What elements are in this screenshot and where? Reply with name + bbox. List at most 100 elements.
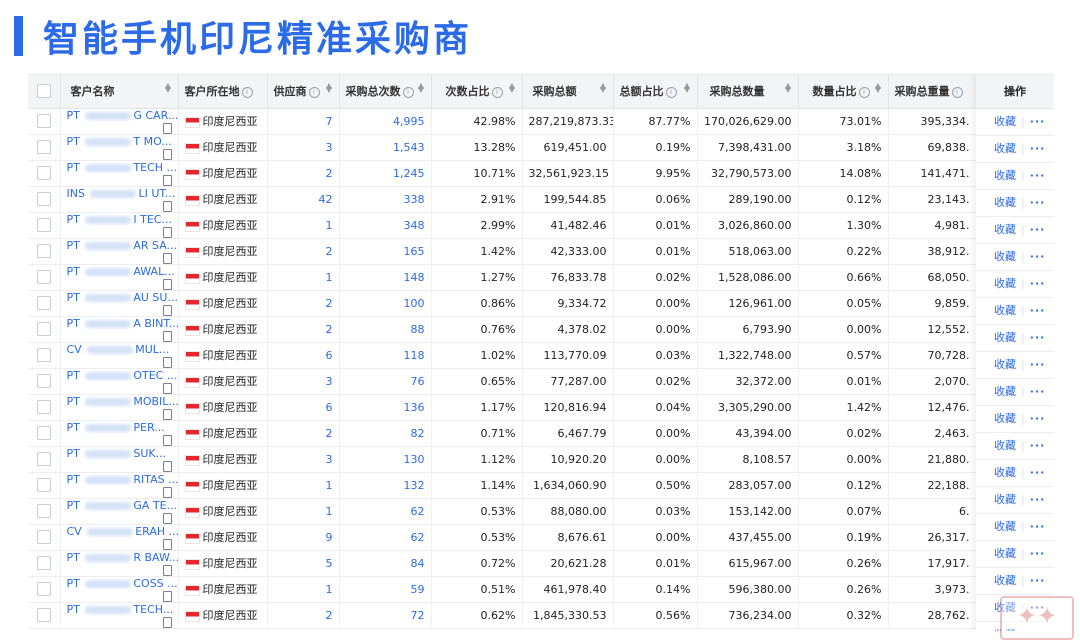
customer-name-cell[interactable]: PT GA TE... (60, 498, 179, 525)
purchase-count-cell[interactable]: 130 (339, 446, 432, 473)
row-checkbox-cell[interactable] (28, 186, 61, 213)
table-row[interactable]: CV ERAH ... 印度尼西亚 9 62 0.53% 8,676.61 0.00% 437… (28, 524, 1054, 551)
more-options-icon[interactable]: ··· (1030, 466, 1046, 479)
customer-name-cell[interactable]: PT AU SU... (60, 290, 179, 317)
sort-icon[interactable]: ▲ ▼ (165, 82, 172, 94)
customer-name-cell[interactable]: PT R BAW... (60, 550, 179, 577)
customer-name-cell[interactable]: PT G CAR... (60, 108, 179, 135)
more-options-icon[interactable]: ··· (1030, 115, 1046, 128)
customer-name-link[interactable]: PT PER... (67, 421, 165, 434)
row-checkbox-cell[interactable] (28, 576, 61, 603)
row-checkbox[interactable] (36, 582, 51, 596)
copy-icon[interactable] (162, 148, 172, 159)
customer-name-cell[interactable]: CV ERAH ... (60, 524, 179, 551)
customer-name-cell[interactable]: PT AWAL... (60, 264, 179, 291)
col-customer-name[interactable]: 客户名称 ▲ ▼ (60, 75, 179, 109)
copy-icon[interactable] (162, 304, 172, 315)
suppliers-cell[interactable]: 42 (267, 186, 340, 213)
purchase-count-cell[interactable]: 1,245 (339, 160, 432, 187)
customer-name-link[interactable]: INS LI UT... (67, 187, 176, 200)
info-icon[interactable]: i (491, 86, 503, 98)
copy-icon[interactable] (162, 616, 172, 627)
copy-icon[interactable] (162, 330, 172, 341)
row-checkbox-cell[interactable] (28, 264, 61, 291)
more-options-icon[interactable]: ··· (1030, 169, 1046, 182)
more-options-icon[interactable]: ··· (1030, 358, 1046, 371)
row-checkbox-cell[interactable] (28, 108, 61, 135)
suppliers-cell[interactable]: 2 (267, 602, 340, 629)
more-options-icon[interactable]: ··· (1030, 223, 1046, 236)
sort-icon[interactable]: ▲ ▼ (509, 82, 516, 94)
row-checkbox-cell[interactable] (28, 316, 61, 343)
row-checkbox[interactable] (36, 244, 51, 258)
table-row[interactable]: PT SUK... 印度尼西亚 3 130 1.12% 10,920.20 0.00% 8,1… (28, 446, 1054, 473)
customer-name-link[interactable]: PT T MO... (67, 135, 172, 148)
suppliers-cell[interactable]: 1 (267, 472, 340, 499)
favorite-button[interactable]: 收藏 (994, 547, 1016, 560)
customer-name-cell[interactable]: PT OTEC ... (60, 368, 179, 395)
favorite-button[interactable]: 收藏 (994, 115, 1016, 128)
favorite-button[interactable]: 收藏 (994, 439, 1016, 452)
row-checkbox-cell[interactable] (28, 498, 61, 525)
more-options-icon[interactable]: ··· (1030, 196, 1046, 209)
suppliers-cell[interactable]: 1 (267, 576, 340, 603)
customer-name-link[interactable]: PT AR SA... (67, 239, 178, 252)
table-row[interactable]: INS LI UT... 印度尼西亚 42 338 2.91% 199,544.85 0.0… (28, 186, 1054, 213)
select-all-checkbox[interactable] (36, 84, 51, 99)
suppliers-cell[interactable]: 1 (267, 498, 340, 525)
copy-icon[interactable] (162, 564, 172, 575)
copy-icon[interactable] (162, 512, 172, 523)
favorite-button[interactable]: 收藏 (994, 304, 1016, 317)
more-options-icon[interactable]: ··· (1030, 547, 1046, 560)
col-amount-ratio[interactable]: 总额占比 i ▲ ▼ (613, 75, 698, 109)
customer-name-cell[interactable]: PT T MO... (60, 134, 179, 161)
favorite-button[interactable]: 收藏 (994, 358, 1016, 371)
customer-name-cell[interactable]: PT TECH ... (60, 160, 179, 187)
suppliers-cell[interactable]: 3 (267, 134, 340, 161)
more-options-icon[interactable]: ··· (1030, 412, 1046, 425)
copy-icon[interactable] (162, 278, 172, 289)
info-icon[interactable]: i (308, 86, 320, 98)
customer-name-cell[interactable]: PT TECH... (60, 602, 179, 629)
col-purchase-quantity[interactable]: 采购总数量 ▲ ▼ (697, 75, 799, 109)
customer-name-cell[interactable]: PT A BINT... (60, 316, 179, 343)
col-purchase-count[interactable]: 采购总次数 i ▲ ▼ (339, 75, 432, 109)
col-purchase-amount[interactable]: 采购总额 ▲ ▼ (522, 75, 614, 109)
sort-icon[interactable]: ▲ ▼ (418, 82, 425, 94)
favorite-button[interactable]: 收藏 (994, 223, 1016, 236)
row-checkbox-cell[interactable] (28, 290, 61, 317)
col-quantity-ratio[interactable]: 数量占比 i ▲ ▼ (798, 75, 889, 109)
customer-name-cell[interactable]: PT SUK... (60, 446, 179, 473)
favorite-button[interactable]: 收藏 (994, 277, 1016, 290)
purchase-count-cell[interactable]: 348 (339, 212, 432, 239)
table-row[interactable]: PT COSS ... 印度尼西亚 1 59 0.51% 461,978.40 0.14% 5… (28, 576, 1054, 603)
table-row[interactable]: PT MOBIL... 印度尼西亚 6 136 1.17% 120,816.94 0.04%… (28, 394, 1054, 421)
copy-icon[interactable] (162, 590, 172, 601)
table-row[interactable]: PT I TEC... 印度尼西亚 1 348 2.99% 41,482.46 0.01% 3… (28, 212, 1054, 239)
copy-icon[interactable] (162, 174, 172, 185)
info-icon[interactable]: i (241, 86, 253, 98)
row-checkbox-cell[interactable] (28, 342, 61, 369)
purchase-count-cell[interactable]: 1,543 (339, 134, 432, 161)
favorite-button[interactable]: 收藏 (994, 520, 1016, 533)
row-checkbox-cell[interactable] (28, 160, 61, 187)
purchase-count-cell[interactable]: 4,995 (339, 108, 432, 135)
row-checkbox-cell[interactable] (28, 446, 61, 473)
copy-icon[interactable] (162, 252, 172, 263)
info-icon[interactable]: i (402, 86, 414, 98)
favorite-button[interactable]: 收藏 (994, 412, 1016, 425)
favorite-button[interactable]: 收藏 (994, 331, 1016, 344)
customer-name-link[interactable]: CV MUL... (67, 343, 170, 356)
row-checkbox-cell[interactable] (28, 602, 61, 629)
row-checkbox[interactable] (36, 348, 51, 362)
sort-icon[interactable]: ▲ ▼ (875, 82, 882, 94)
purchase-count-cell[interactable]: 62 (339, 524, 432, 551)
more-options-icon[interactable]: ··· (1030, 574, 1046, 587)
row-checkbox[interactable] (36, 608, 51, 622)
more-options-icon[interactable]: ··· (1030, 493, 1046, 506)
copy-icon[interactable] (162, 382, 172, 393)
row-checkbox-cell[interactable] (28, 524, 61, 551)
sort-icon[interactable]: ▲ ▼ (326, 82, 333, 94)
customer-name-link[interactable]: PT SUK... (67, 447, 167, 460)
more-options-icon[interactable]: ··· (1030, 304, 1046, 317)
